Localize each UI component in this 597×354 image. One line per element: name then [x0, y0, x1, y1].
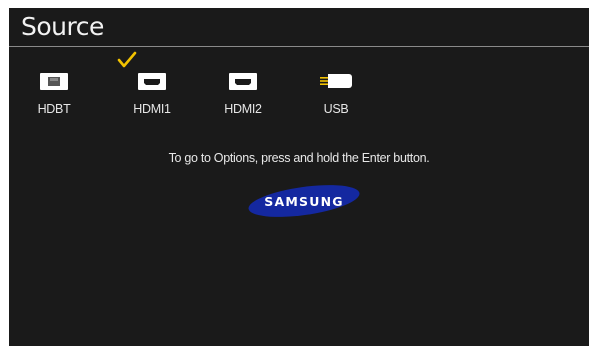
hdmi-port-icon — [138, 73, 166, 90]
source-label-usb: USB — [323, 102, 349, 116]
svg-text:SAMSUNG: SAMSUNG — [264, 194, 343, 209]
source-label-hdmi1: HDMI1 — [133, 102, 171, 116]
source-item-hdmi2[interactable]: HDMI2 — [215, 66, 271, 122]
options-hint: To go to Options, press and hold the Ent… — [168, 151, 430, 165]
usb-drive-icon — [319, 74, 352, 88]
source-label-hdbt: HDBT — [37, 102, 71, 116]
source-item-hdmi1[interactable]: HDMI1 — [124, 66, 180, 122]
source-item-usb[interactable]: USB — [308, 66, 364, 122]
source-screen: Source HDBT HDMI1 HDMI2 USB To go to Opt… — [9, 8, 589, 346]
source-label-hdmi2: HDMI2 — [224, 102, 262, 116]
hdbt-port-icon — [40, 73, 68, 90]
samsung-logo: SAMSUNG — [248, 185, 360, 217]
source-item-hdbt[interactable]: HDBT — [26, 66, 82, 122]
title-divider — [9, 46, 589, 47]
page-title: Source — [21, 12, 104, 41]
hdmi-port-icon — [229, 73, 257, 90]
